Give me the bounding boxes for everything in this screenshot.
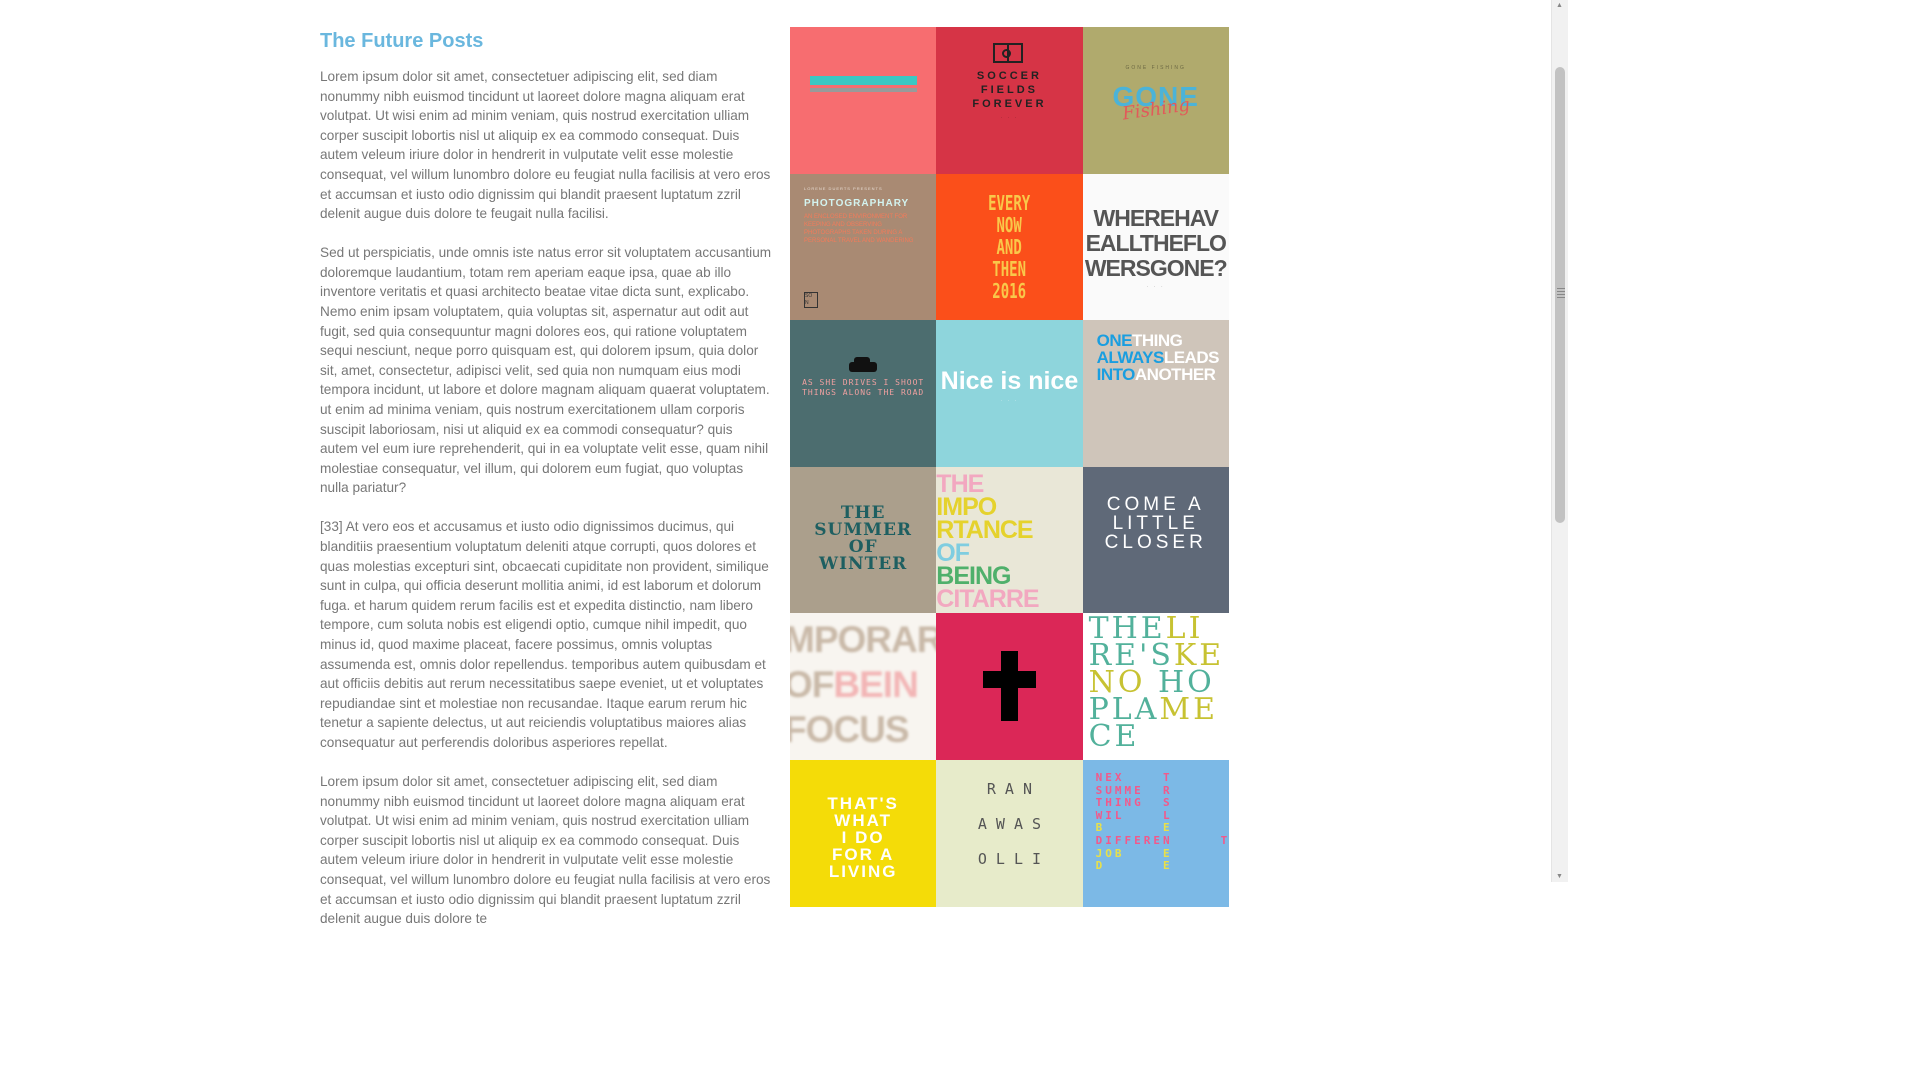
gallery-tile[interactable]: GONE Fishing GONE FISHING (1082, 27, 1229, 174)
page-title: The Future Posts (320, 30, 484, 52)
tile-text: WHEREHAV EALLTHEFLO WERSGONE? (1084, 204, 1228, 281)
scroll-up-arrow-icon[interactable]: ▲ (1556, 2, 1563, 9)
article: The Future Posts Lorem ipsum dolor sit a… (320, 30, 772, 948)
tile-text: ONETHING ALWAYSLEADS INTOANOTHER (1096, 331, 1220, 385)
gallery-tile[interactable]: THAT'S WHAT I DO FOR A LIVING (790, 759, 937, 907)
tile-text: PHOTOGRAPHARY (804, 197, 910, 209)
gallery-tile[interactable]: R A N A W A S O L L I (936, 759, 1083, 907)
gallery-tile[interactable]: WHEREHAV EALLTHEFLO WERSGONE? · · · (1082, 173, 1229, 321)
scroll-down-arrow-icon[interactable]: ▼ (1556, 873, 1563, 880)
gallery-tile[interactable]: THE IMPO RTANCE OF BEING CITARRE (936, 466, 1083, 614)
article-paragraph: Lorem ipsum dolor sit amet, consectetuer… (320, 69, 771, 222)
tile-text: AS SHE DRIVES I SHOOT THINGS ALONG THE R… (802, 378, 925, 398)
tile-text: MPORAR OFBEIN FOCUS (790, 619, 937, 751)
soccer-field-icon (993, 43, 1024, 63)
gallery-tile[interactable]: EVERY NOW AND THEN 2016 (936, 173, 1083, 321)
scrollbar-grip-icon (1557, 288, 1565, 300)
article-paragraph: Lorem ipsum dolor sit amet, consectetuer… (320, 774, 771, 927)
article-paragraph: [33] At vero eos et accusamus et iusto o… (320, 519, 769, 750)
gallery-tile[interactable]: SOCCER FIELDS FOREVER · · · (936, 27, 1083, 174)
gallery-tile[interactable]: COME A LITTLE CLOSER (1082, 466, 1229, 614)
gallery-tile[interactable]: ONETHING ALWAYSLEADS INTOANOTHER (1082, 320, 1229, 467)
tile-text: THELI RE'SKE NO HO PLAME CE (1088, 613, 1225, 755)
tile-text: COME A LITTLE CLOSER (1104, 493, 1207, 553)
article-paragraph: Sed ut perspiciatis, unde omnis iste nat… (320, 245, 772, 496)
tile-text: SOCCER FIELDS FOREVER (972, 70, 1047, 110)
gallery-tile[interactable]: AS SHE DRIVES I SHOOT THINGS ALONG THE R… (790, 320, 937, 467)
vertical-scrollbar[interactable]: ▲ ▼ (1551, 0, 1568, 882)
tile-text: THE SUMMER OF WINTER (814, 502, 913, 574)
tile-text: THAT'S WHAT I DO FOR A LIVING (827, 793, 899, 881)
gallery-tile[interactable]: NEX T SUMME R THING S WIL L B E DIFFEREN… (1082, 759, 1229, 907)
tile-text: THE IMPO RTANCE OF BEING CITARRE (936, 469, 1039, 613)
gallery-tile[interactable]: MPORAR OFBEIN FOCUS (790, 613, 937, 760)
poster-gallery: SOCCER FIELDS FOREVER · · · GONE Fishing… (790, 27, 1229, 907)
tile-text: Nice is nice (940, 367, 1079, 396)
gallery-tile[interactable] (790, 27, 937, 174)
tile-text: R A N A W A S O L L I (977, 779, 1042, 868)
tile-text: EVERY NOW AND THEN 2016 (988, 190, 1031, 303)
tile-text: NEX T SUMME R THING S WIL L B E DIFFEREN… (1095, 770, 1229, 873)
gallery-tile[interactable]: Nice is nice · · · (936, 320, 1083, 467)
car-icon (849, 357, 877, 373)
gallery-tile[interactable] (936, 613, 1083, 760)
gallery-tile[interactable]: THE SUMMER OF WINTER (790, 466, 937, 614)
gallery-tile[interactable]: LORENE DUERTS PRESENTS PHOTOGRAPHARY AN … (790, 173, 937, 321)
gallery-tile[interactable]: THELI RE'SKE NO HO PLAME CE (1082, 613, 1229, 760)
